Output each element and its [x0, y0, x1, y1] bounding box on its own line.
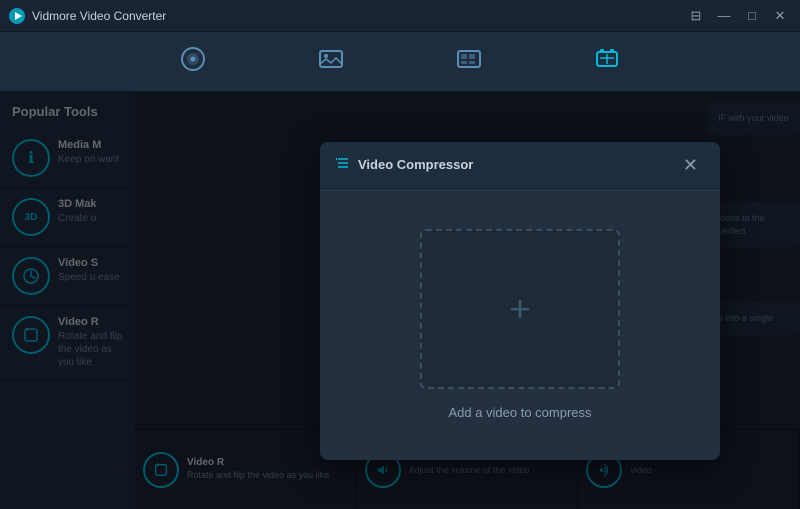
main-content: Popular Tools ℹ Media M Keep ori want 3D…: [0, 92, 800, 509]
caption-btn[interactable]: ⊟: [684, 6, 708, 26]
video-icon: [456, 46, 482, 78]
modal-title: Video Compressor: [358, 157, 677, 172]
window-controls: ⊟ — □ ✕: [684, 6, 792, 26]
nav-convert[interactable]: [164, 38, 222, 86]
nav-image[interactable]: [302, 38, 360, 86]
plus-icon: +: [509, 288, 530, 330]
title-bar: Vidmore Video Converter ⊟ — □ ✕: [0, 0, 800, 32]
top-nav: [0, 32, 800, 92]
drop-label: Add a video to compress: [448, 405, 591, 420]
modal-header: Video Compressor ✕: [320, 142, 720, 189]
app-icon: [8, 7, 26, 25]
image-icon: [318, 46, 344, 78]
convert-icon: [180, 46, 206, 78]
nav-tools[interactable]: [578, 38, 636, 86]
modal-header-icon: [336, 156, 350, 173]
modal-body: + Add a video to compress: [320, 189, 720, 460]
modal-close-button[interactable]: ✕: [677, 154, 704, 176]
drop-zone[interactable]: +: [420, 229, 620, 389]
maximize-btn[interactable]: □: [740, 6, 764, 26]
tools-icon: [594, 46, 620, 78]
minimize-btn[interactable]: —: [712, 6, 736, 26]
close-btn[interactable]: ✕: [768, 6, 792, 26]
app-title: Vidmore Video Converter: [32, 9, 166, 23]
video-compressor-modal: Video Compressor ✕ + Add a video to comp…: [320, 142, 720, 460]
nav-video[interactable]: [440, 38, 498, 86]
